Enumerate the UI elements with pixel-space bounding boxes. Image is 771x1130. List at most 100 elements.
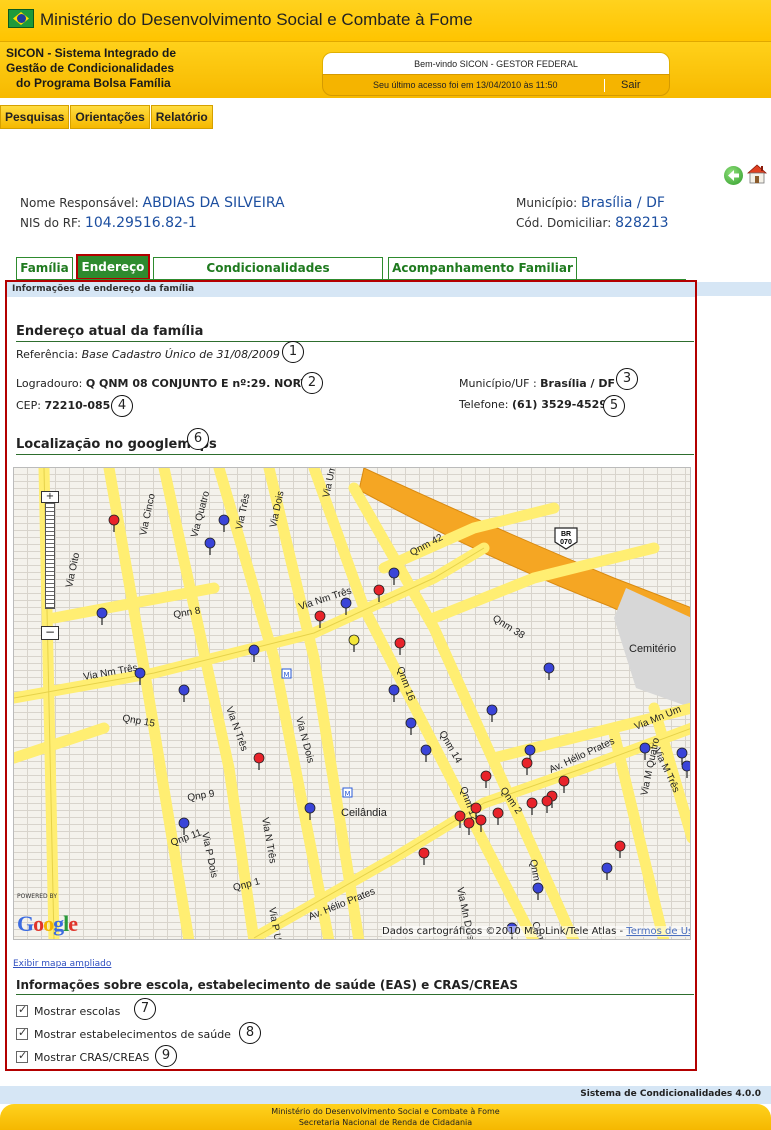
- referencia-value: Base Cadastro Único de 31/08/2009: [81, 348, 280, 361]
- municipio-uf-row: Município/UF : Brasília / DF: [459, 377, 615, 390]
- cod-domiciliar-value: 828213: [615, 215, 669, 231]
- map-street-label: Ceilândia: [341, 807, 388, 819]
- main-menu: Pesquisas Orientações Relatório: [0, 105, 214, 129]
- annotation-badge-9: 9: [155, 1045, 177, 1067]
- map-terms-link[interactable]: Termos de Uso: [626, 926, 690, 937]
- zoom-control: + −: [36, 471, 64, 641]
- nis-row: NIS do RF: 104.29516.82-1: [20, 215, 197, 231]
- tab-acompanhamento-familiar[interactable]: Acompanhamento Familiar: [388, 257, 577, 279]
- nis-value: 104.29516.82-1: [84, 215, 197, 231]
- footer-line: Ministério do Desenvolvimento Social e C…: [271, 1107, 500, 1116]
- top-banner: Ministério do Desenvolvimento Social e C…: [0, 0, 771, 42]
- map-credits-text: Dados cartográficos ©2010 MapLink/Tele A…: [382, 926, 627, 937]
- responsavel-label: Nome Responsável:: [20, 196, 139, 210]
- powered-by-label: POWERED BY: [17, 893, 58, 900]
- metro-station-icon: M: [342, 787, 353, 798]
- ministry-title: Ministério do Desenvolvimento Social e C…: [40, 10, 473, 29]
- telefone-value: (61) 3529-4529: [512, 398, 607, 411]
- address-panel: Informações de endereço da família Ender…: [5, 280, 697, 1071]
- heading-underline: [16, 341, 694, 342]
- metro-label: M: [283, 671, 289, 679]
- google-logo: Google: [17, 911, 78, 936]
- cep-value: 72210-085: [44, 399, 111, 412]
- logradouro-value: Q QNM 08 CONJUNTO E nº:29. NORTE: [85, 377, 316, 390]
- nis-label: NIS do RF:: [20, 216, 82, 230]
- logradouro-row: Logradouro: Q QNM 08 CONJUNTO E nº:29. N…: [16, 377, 316, 390]
- welcome-box: Bem-vindo SICON - GESTOR FEDERAL Seu últ…: [322, 52, 670, 97]
- annotation-badge-4: 4: [111, 395, 133, 417]
- menu-item-relatorio[interactable]: Relatório: [150, 105, 213, 129]
- show-cras-label: Mostrar CRAS/CREAS: [34, 1050, 150, 1064]
- show-health-checkbox[interactable]: [16, 1026, 28, 1040]
- section-bar-extension: [697, 282, 771, 296]
- last-access-text: Seu último acesso foi em 13/04/2010 às 1…: [373, 80, 558, 90]
- version-text: Sistema de Condicionalidades 4.0.0: [580, 1089, 761, 1099]
- back-arrow-icon[interactable]: [724, 166, 743, 185]
- tab-familia[interactable]: Família: [16, 257, 73, 279]
- system-name-line: SICON - Sistema Integrado de: [6, 46, 177, 60]
- menu-item-orientacoes[interactable]: Orientações: [70, 105, 150, 129]
- show-health-label: Mostrar estabelecimentos de saúde: [34, 1027, 231, 1041]
- municipio-row: Município: Brasília / DF: [516, 195, 665, 211]
- heading-underline: [16, 454, 694, 455]
- br-shield-number: 070: [560, 539, 572, 546]
- referencia-row: Referência: Base Cadastro Único de 31/08…: [16, 348, 280, 361]
- responsavel-row: Nome Responsável: ABDIAS DA SILVEIRA: [20, 195, 285, 211]
- divider: [604, 79, 605, 92]
- map-canvas: BR 070 M M Via OitoVia Cinco Via Quatro Vi…: [14, 468, 690, 939]
- telefone-row: Telefone: (61) 3529-4529: [459, 398, 607, 411]
- expand-map-link[interactable]: Exibir mapa ampliado: [13, 959, 111, 969]
- cep-label: CEP:: [16, 399, 41, 412]
- annotation-badge-2: 2: [301, 372, 323, 394]
- system-name-line: Gestão de Condicionalidades: [6, 61, 175, 75]
- show-schools-label: Mostrar escolas: [34, 1004, 121, 1018]
- annotation-badge-3: 3: [616, 368, 638, 390]
- footer: Ministério do Desenvolvimento Social e C…: [0, 1104, 771, 1130]
- version-bar: Sistema de Condicionalidades 4.0.0: [0, 1086, 771, 1104]
- show-cras-checkbox[interactable]: [16, 1049, 28, 1063]
- annotation-badge-5: 5: [603, 395, 625, 417]
- zoom-out-button[interactable]: −: [41, 626, 59, 640]
- show-health-row: Mostrar estabelecimentos de saúde: [16, 1026, 231, 1042]
- system-name-line: do Programa Bolsa Família: [16, 76, 171, 90]
- metro-station-icon: M: [281, 668, 292, 679]
- municipio-uf-value: Brasília / DF: [540, 377, 615, 390]
- footer-line: Secretaria Nacional de Renda de Cidadani…: [298, 1118, 473, 1127]
- zoom-slider[interactable]: [45, 499, 55, 609]
- menu-item-pesquisas[interactable]: Pesquisas: [0, 105, 70, 129]
- services-heading: Informações sobre escola, estabeleciment…: [16, 978, 518, 992]
- last-access-bar: Seu último acesso foi em 13/04/2010 às 1…: [322, 74, 670, 96]
- google-map[interactable]: BR 070 M M Via Oito Via Cinco Via Quatro Vi…: [13, 467, 691, 940]
- section-title: Informações de endereço da família: [12, 284, 195, 294]
- referencia-label: Referência:: [16, 348, 79, 361]
- section-bar: Informações de endereço da família: [7, 282, 695, 297]
- annotation-badge-6: 6: [187, 428, 209, 450]
- map-street-label: Cemitério: [629, 643, 676, 655]
- municipio-uf-label: Município/UF :: [459, 377, 537, 390]
- cep-row: CEP: 72210-085: [16, 399, 110, 412]
- tab-condicionalidades[interactable]: Condicionalidades: [153, 257, 383, 279]
- metro-label: M: [344, 790, 350, 798]
- br-shield-label: BR: [561, 531, 571, 538]
- municipio-value: Brasília / DF: [581, 195, 665, 211]
- show-cras-row: Mostrar CRAS/CREAS: [16, 1049, 149, 1065]
- tab-endereco[interactable]: Endereço: [76, 254, 150, 280]
- annotation-badge-1: 1: [282, 341, 304, 363]
- show-schools-checkbox[interactable]: [16, 1003, 28, 1017]
- welcome-message: Bem-vindo SICON - GESTOR FEDERAL: [322, 52, 670, 74]
- map-credits: Dados cartográficos ©2010 MapLink/Tele A…: [382, 926, 690, 937]
- telefone-label: Telefone:: [459, 398, 509, 411]
- logout-button[interactable]: Sair: [621, 75, 641, 96]
- zoom-in-button[interactable]: +: [41, 491, 59, 503]
- heading-underline: [16, 994, 694, 995]
- municipio-label: Município:: [516, 196, 578, 210]
- responsavel-value: ABDIAS DA SILVEIRA: [142, 195, 285, 211]
- address-heading: Endereço atual da família: [16, 324, 204, 339]
- cod-domiciliar-label: Cód. Domiciliar:: [516, 216, 612, 230]
- brazil-flag-icon: [8, 9, 34, 28]
- home-icon[interactable]: [746, 163, 768, 185]
- show-schools-row: Mostrar escolas: [16, 1003, 120, 1019]
- system-name: SICON - Sistema Integrado de Gestão de C…: [6, 46, 176, 91]
- logradouro-label: Logradouro:: [16, 377, 83, 390]
- sub-header: SICON - Sistema Integrado de Gestão de C…: [0, 42, 771, 98]
